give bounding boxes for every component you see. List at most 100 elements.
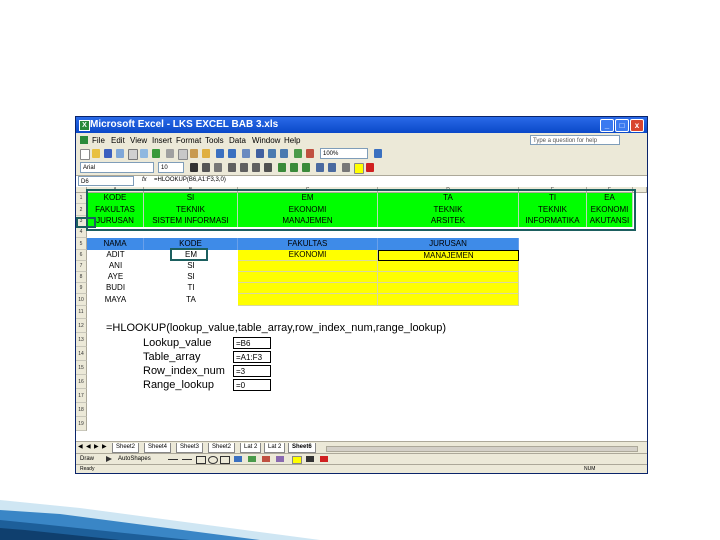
comma-style-icon[interactable] — [302, 163, 310, 172]
row-header[interactable]: 10 — [76, 294, 87, 306]
cell-nama[interactable]: MAYA — [87, 294, 144, 306]
menu-insert[interactable]: Insert — [152, 136, 172, 145]
row-header[interactable]: 17 — [76, 389, 87, 403]
select-objects-icon[interactable] — [106, 456, 112, 462]
tab-sheet[interactable]: Sheet3 — [176, 443, 204, 453]
row-header[interactable]: 14 — [76, 347, 87, 361]
menu-edit[interactable]: Edit — [111, 136, 125, 145]
decrease-decimal-icon[interactable] — [316, 163, 324, 172]
chart-wizard-icon[interactable] — [294, 149, 302, 158]
cell-kode[interactable]: SI — [144, 261, 238, 272]
open-icon[interactable] — [92, 149, 100, 158]
format-painter-icon[interactable] — [202, 149, 210, 158]
diagram-icon[interactable] — [248, 456, 256, 462]
row-header[interactable]: 12 — [76, 319, 87, 333]
permission-icon[interactable] — [116, 149, 124, 158]
worksheet[interactable]: A B C D E F 1 2 3 4 5 6 7 8 9 10 11 12 1… — [76, 187, 647, 441]
row-header[interactable]: 19 — [76, 417, 87, 431]
borders-icon[interactable] — [342, 163, 350, 172]
clip-art-icon[interactable] — [262, 456, 270, 462]
cell-nama[interactable]: ADIT — [87, 250, 144, 261]
tab-scroll-first-icon[interactable]: ◀ — [78, 443, 83, 450]
cell-fakultas[interactable] — [238, 294, 378, 306]
minimize-button[interactable]: _ — [600, 119, 614, 132]
tab-scroll-last-icon[interactable]: ▶ — [102, 443, 107, 450]
autosum-icon[interactable] — [256, 149, 264, 158]
undo-icon[interactable] — [216, 149, 224, 158]
font-color-icon[interactable] — [366, 163, 374, 172]
autoshapes-menu[interactable]: AutoShapes — [118, 456, 151, 462]
cell-fakultas[interactable]: EKONOMI — [238, 250, 378, 261]
picture-icon[interactable] — [276, 456, 284, 462]
cell-kode[interactable]: TI — [144, 283, 238, 294]
cell-fakultas[interactable] — [238, 261, 378, 272]
cell-jurusan[interactable] — [378, 283, 519, 294]
tab-sheet[interactable]: Lat 2 — [240, 443, 262, 453]
redo-icon[interactable] — [228, 149, 236, 158]
cell-jurusan[interactable]: MANAJEMEN — [378, 250, 519, 261]
row-header[interactable]: 5 — [76, 238, 87, 250]
row-header[interactable]: 11 — [76, 306, 87, 319]
help-icon[interactable] — [374, 149, 382, 158]
font-name-select[interactable]: Arial — [80, 162, 154, 173]
percent-icon[interactable] — [290, 163, 298, 172]
align-right-icon[interactable] — [252, 163, 260, 172]
align-center-icon[interactable] — [240, 163, 248, 172]
line-icon[interactable] — [168, 459, 178, 460]
menu-format[interactable]: Format — [176, 136, 201, 145]
fill-color-icon[interactable] — [354, 163, 364, 174]
row-header[interactable]: 18 — [76, 403, 87, 417]
fx-icon[interactable]: fx — [142, 177, 147, 183]
cell-fakultas[interactable] — [238, 272, 378, 283]
text-box-icon[interactable] — [220, 456, 230, 464]
help-search-input[interactable]: Type a question for help — [530, 135, 620, 145]
print-preview-icon[interactable] — [140, 149, 148, 158]
workbook-icon[interactable] — [80, 136, 88, 144]
horizontal-scrollbar[interactable] — [326, 446, 638, 452]
tab-sheet[interactable]: Sheet2 — [208, 443, 236, 453]
row-header[interactable]: 6 — [76, 250, 87, 261]
merge-center-icon[interactable] — [264, 163, 272, 172]
cell-nama[interactable]: AYE — [87, 272, 144, 283]
sort-ascending-icon[interactable] — [268, 149, 276, 158]
tab-sheet-active[interactable]: Sheet6 — [288, 443, 316, 453]
arrow-icon[interactable] — [182, 459, 192, 460]
italic-icon[interactable] — [202, 163, 210, 172]
menu-file[interactable]: File — [92, 136, 105, 145]
cell-fakultas[interactable] — [238, 283, 378, 294]
restore-button[interactable]: □ — [615, 119, 629, 132]
row-header[interactable]: 7 — [76, 261, 87, 272]
hyperlink-icon[interactable] — [242, 149, 250, 158]
cell-kode[interactable]: SI — [144, 272, 238, 283]
menu-view[interactable]: View — [130, 136, 147, 145]
copy-icon[interactable] — [178, 149, 188, 160]
paste-icon[interactable] — [190, 149, 198, 158]
menu-window[interactable]: Window — [252, 136, 280, 145]
cell-nama[interactable]: ANI — [87, 261, 144, 272]
bold-icon[interactable] — [190, 163, 198, 172]
tab-sheet[interactable]: Sheet2 — [112, 443, 140, 453]
new-icon[interactable] — [80, 149, 90, 160]
tab-sheet[interactable]: Lat 2 — [264, 443, 286, 453]
align-left-icon[interactable] — [228, 163, 236, 172]
close-button[interactable]: x — [630, 119, 644, 132]
cut-icon[interactable] — [166, 149, 174, 158]
menu-tools[interactable]: Tools — [205, 136, 224, 145]
tab-scroll-prev-icon[interactable]: ◀ — [86, 443, 91, 450]
zoom-select[interactable]: 100% — [320, 148, 368, 159]
cell-jurusan[interactable] — [378, 272, 519, 283]
sort-descending-icon[interactable] — [280, 149, 288, 158]
print-icon[interactable] — [128, 149, 138, 160]
header-jurusan[interactable]: JURUSAN — [378, 238, 519, 250]
formula-input[interactable]: =HLOOKUP(B6,A1:F3,3,0) — [154, 177, 226, 183]
menu-data[interactable]: Data — [229, 136, 246, 145]
rectangle-icon[interactable] — [196, 456, 206, 464]
currency-icon[interactable] — [278, 163, 286, 172]
line-color-icon[interactable] — [306, 456, 314, 462]
row-header[interactable]: 16 — [76, 375, 87, 389]
spelling-icon[interactable] — [152, 149, 160, 158]
save-icon[interactable] — [104, 149, 112, 158]
tab-sheet[interactable]: Sheet4 — [144, 443, 172, 453]
cell-nama[interactable]: BUDI — [87, 283, 144, 294]
underline-icon[interactable] — [214, 163, 222, 172]
